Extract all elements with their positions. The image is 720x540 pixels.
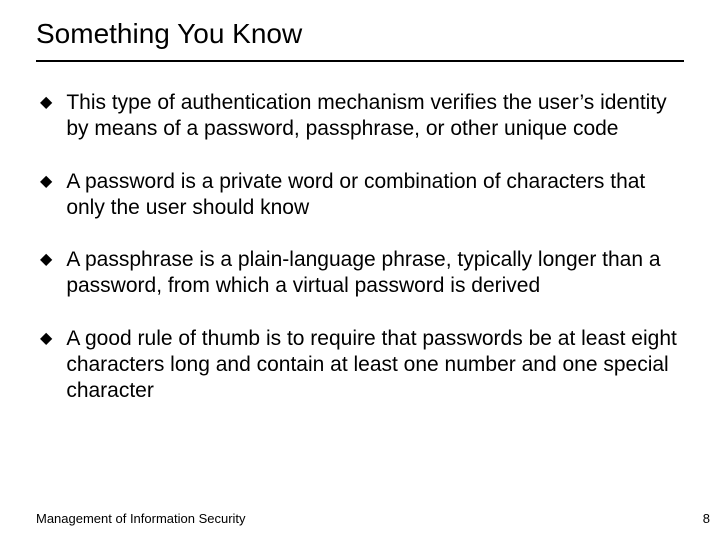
slide-title: Something You Know bbox=[36, 18, 684, 50]
diamond-bullet-icon: ◆ bbox=[40, 249, 52, 271]
list-item: ◆ A passphrase is a plain-language phras… bbox=[40, 247, 684, 300]
list-item: ◆ A password is a private word or combin… bbox=[40, 169, 684, 222]
diamond-bullet-icon: ◆ bbox=[40, 171, 52, 193]
bullet-text: This type of authentication mechanism ve… bbox=[66, 90, 684, 143]
bullet-list: ◆ This type of authentication mechanism … bbox=[36, 90, 684, 404]
footer-text: Management of Information Security bbox=[36, 511, 246, 526]
page-number: 8 bbox=[703, 511, 710, 526]
slide: Something You Know ◆ This type of authen… bbox=[0, 0, 720, 540]
bullet-text: A password is a private word or combinat… bbox=[66, 169, 684, 222]
list-item: ◆ This type of authentication mechanism … bbox=[40, 90, 684, 143]
list-item: ◆ A good rule of thumb is to require tha… bbox=[40, 326, 684, 405]
bullet-text: A good rule of thumb is to require that … bbox=[66, 326, 684, 405]
diamond-bullet-icon: ◆ bbox=[40, 328, 52, 350]
bullet-text: A passphrase is a plain-language phrase,… bbox=[66, 247, 684, 300]
diamond-bullet-icon: ◆ bbox=[40, 92, 52, 114]
title-rule bbox=[36, 60, 684, 62]
